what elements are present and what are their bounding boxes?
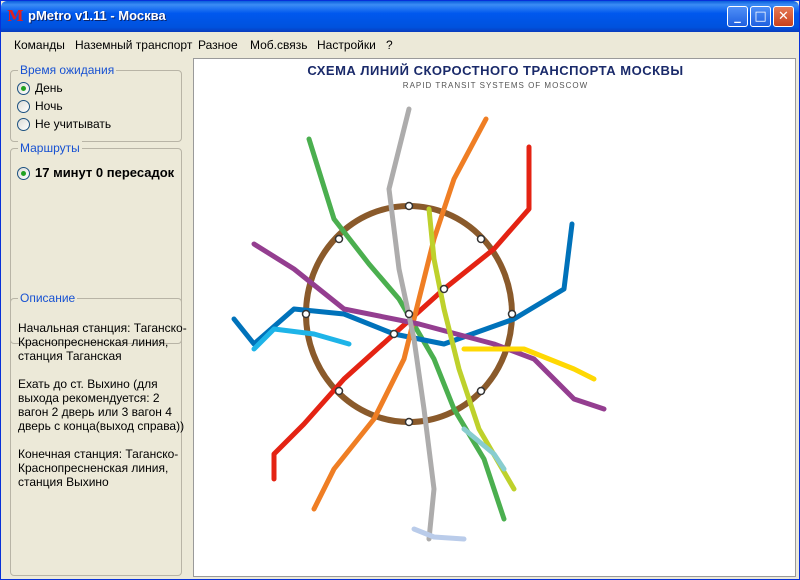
description-start: Начальная станция: Таганско-Краснопресне… (18, 321, 187, 363)
menu-misc[interactable]: Разное (198, 38, 238, 52)
line-8-yellow (461, 346, 597, 382)
station-node[interactable] (389, 329, 399, 339)
station-node[interactable] (334, 234, 344, 244)
description-text: Начальная станция: Таганско-Краснопресне… (18, 321, 190, 503)
route-option-label[interactable]: 17 минут 0 пересадок (35, 165, 174, 180)
metro-logo-icon: M (7, 7, 24, 25)
routes-legend: Маршруты (18, 141, 82, 155)
wait-time-group: Время ожидания День Ночь Не учитывать (10, 63, 182, 142)
radio-night[interactable] (17, 100, 30, 113)
description-legend: Описание (18, 291, 78, 305)
station-node[interactable] (476, 234, 486, 244)
minimize-button[interactable]: _ (727, 6, 748, 27)
menu-settings[interactable]: Настройки (317, 38, 376, 52)
menu-ground-transport[interactable]: Наземный транспорт (75, 38, 192, 52)
left-pane: Время ожидания День Ночь Не учитывать Ма… (1, 58, 188, 579)
radio-day-label[interactable]: День (35, 81, 63, 95)
radio-ignore-label[interactable]: Не учитывать (35, 117, 111, 131)
maximize-button[interactable]: □ (750, 6, 771, 27)
station-node[interactable] (404, 309, 414, 319)
window-title: pMetro v1.11 - Москва (28, 8, 166, 23)
route-option-radio[interactable] (17, 167, 30, 180)
app-window: M pMetro v1.11 - Москва _ □ ✕ Команды На… (0, 0, 800, 580)
menu-bar: Команды Наземный транспорт Разное Моб.св… (1, 34, 799, 56)
station-node[interactable] (404, 201, 414, 211)
station-node[interactable] (439, 284, 449, 294)
radio-night-label[interactable]: Ночь (35, 99, 63, 113)
station-node[interactable] (507, 309, 517, 319)
menu-commands[interactable]: Команды (14, 38, 65, 52)
line-4-lightblue (251, 326, 352, 352)
line-12-lightblue (411, 526, 467, 542)
menu-help[interactable]: ? (386, 38, 393, 52)
radio-ignore[interactable] (17, 118, 30, 131)
metro-lines (231, 106, 607, 542)
station-node[interactable] (334, 386, 344, 396)
title-bar[interactable]: M pMetro v1.11 - Москва _ □ ✕ (1, 1, 799, 32)
close-button[interactable]: ✕ (773, 6, 794, 27)
station-node[interactable] (476, 386, 486, 396)
wait-time-legend: Время ожидания (18, 63, 117, 77)
menu-mobile[interactable]: Моб.связь (250, 38, 308, 52)
station-node[interactable] (301, 309, 311, 319)
description-group: Описание Начальная станция: Таганско-Кра… (10, 291, 187, 576)
metro-map-svg[interactable] (194, 59, 796, 577)
metro-map[interactable]: СХЕМА ЛИНИЙ СКОРОСТНОГО ТРАНСПОРТА МОСКВ… (193, 58, 796, 577)
description-ride: Ехать до ст. Выхино (для выхода рекоменд… (18, 377, 185, 433)
description-end: Конечная станция: Таганско-Краснопреснен… (18, 447, 179, 489)
station-node[interactable] (404, 417, 414, 427)
radio-day[interactable] (17, 82, 30, 95)
